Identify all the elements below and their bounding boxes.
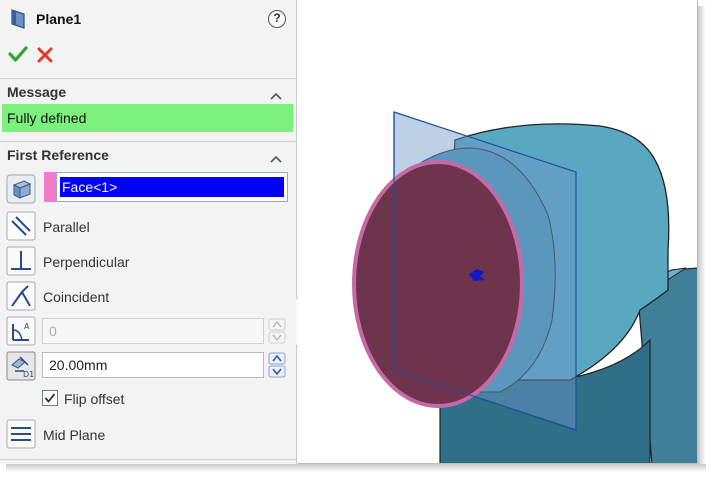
- chevron-up-icon[interactable]: [270, 87, 282, 103]
- plane-feature-icon: [8, 8, 28, 33]
- feature-title: Plane1: [36, 11, 82, 27]
- parallel-option-label[interactable]: Parallel: [43, 219, 90, 235]
- offset-distance-input[interactable]: 20.00mm: [42, 352, 264, 378]
- svg-text:A: A: [24, 322, 30, 331]
- frame-shadow-right: [698, 6, 706, 468]
- svg-text:D1: D1: [23, 370, 34, 379]
- help-icon[interactable]: ?: [268, 10, 286, 28]
- selected-reference-item[interactable]: Face<1>: [60, 177, 284, 197]
- model-render[interactable]: [298, 0, 698, 464]
- perpendicular-option-label[interactable]: Perpendicular: [43, 254, 129, 270]
- angle-input[interactable]: 0: [42, 318, 264, 344]
- offset-distance-spinner[interactable]: [268, 352, 286, 378]
- title-bar: Plane1 ?: [8, 8, 290, 32]
- flip-offset-label[interactable]: Flip offset: [64, 391, 124, 407]
- mid-plane-icon[interactable]: [6, 419, 36, 449]
- message-status-bar: Fully defined: [2, 104, 293, 132]
- message-section-header[interactable]: Message: [0, 78, 297, 105]
- mid-plane-option-label[interactable]: Mid Plane: [43, 427, 105, 443]
- angle-spinner[interactable]: [268, 318, 286, 344]
- first-reference-selection-box[interactable]: Face<1>: [56, 172, 288, 202]
- first-reference-section-header[interactable]: First Reference: [0, 141, 297, 168]
- frame-shadow-bottom: [6, 464, 706, 472]
- flip-offset-checkbox[interactable]: [42, 390, 58, 406]
- chevron-up-icon[interactable]: [270, 150, 282, 166]
- message-section-label: Message: [7, 84, 67, 100]
- message-text: Fully defined: [7, 110, 87, 126]
- coincident-option-label[interactable]: Coincident: [43, 289, 109, 305]
- parallel-icon[interactable]: [6, 211, 36, 241]
- perpendicular-icon[interactable]: [6, 246, 36, 276]
- section-divider: [0, 459, 297, 460]
- coincident-icon[interactable]: [6, 281, 36, 311]
- offset-distance-icon[interactable]: D1: [6, 351, 36, 381]
- first-reference-label: First Reference: [7, 147, 109, 163]
- ok-checkmark-icon[interactable]: [8, 45, 28, 66]
- reference-entity-icon: [6, 174, 36, 204]
- property-manager: Plane1 ? Message Fully defined First Ref…: [0, 0, 297, 464]
- graphics-viewport[interactable]: [298, 0, 698, 464]
- selected-face[interactable]: [352, 160, 524, 408]
- cancel-close-icon[interactable]: [36, 46, 54, 67]
- angle-icon[interactable]: A: [6, 316, 36, 346]
- reference-color-swatch: [44, 172, 56, 202]
